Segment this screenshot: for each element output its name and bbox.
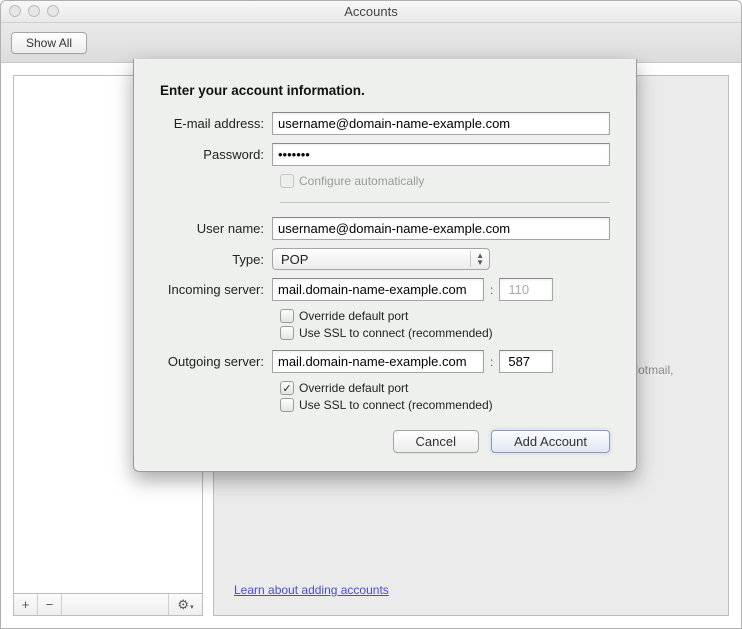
type-select[interactable]: POP ▲▼ [272, 248, 490, 270]
remove-account-button[interactable]: − [38, 594, 62, 615]
traffic-lights [9, 5, 59, 17]
type-label: Type: [160, 252, 272, 267]
sidebar-footer: + − ⚙▾ [13, 594, 203, 616]
incoming-port-field [499, 278, 553, 301]
sheet-heading: Enter your account information. [160, 83, 610, 98]
gear-icon: ⚙▾ [177, 597, 193, 613]
configure-auto-row: Configure automatically [280, 174, 610, 188]
toolbar: Show All [1, 23, 741, 63]
username-label: User name: [160, 221, 272, 236]
learn-link[interactable]: Learn about adding accounts [234, 582, 389, 599]
cancel-button[interactable]: Cancel [393, 430, 479, 453]
close-icon[interactable] [9, 5, 21, 17]
show-all-button[interactable]: Show All [11, 32, 87, 54]
add-account-button[interactable]: Add Account [491, 430, 610, 453]
outgoing-port-field[interactable] [499, 350, 553, 373]
incoming-override-checkbox[interactable] [280, 309, 294, 323]
configure-auto-checkbox [280, 174, 294, 188]
configure-auto-label: Configure automatically [299, 174, 424, 188]
outgoing-override-checkbox[interactable]: ✓ [280, 381, 294, 395]
chevron-updown-icon: ▲▼ [476, 252, 484, 266]
window-title: Accounts [344, 4, 397, 19]
outgoing-ssl-checkbox[interactable] [280, 398, 294, 412]
add-account-button[interactable]: + [14, 594, 38, 615]
password-field[interactable] [272, 143, 610, 166]
outgoing-server-field[interactable] [272, 350, 484, 373]
password-label: Password: [160, 147, 272, 162]
outgoing-override-row: ✓ Override default port [280, 381, 610, 395]
outgoing-label: Outgoing server: [160, 354, 272, 369]
incoming-label: Incoming server: [160, 282, 272, 297]
outgoing-ssl-row: Use SSL to connect (recommended) [280, 398, 610, 412]
incoming-override-row: Override default port [280, 309, 610, 323]
outgoing-ssl-label: Use SSL to connect (recommended) [299, 398, 493, 412]
incoming-override-label: Override default port [299, 309, 408, 323]
account-actions-button[interactable]: ⚙▾ [168, 594, 202, 615]
zoom-icon[interactable] [47, 5, 59, 17]
colon: : [490, 283, 493, 297]
type-value: POP [281, 252, 308, 267]
email-label: E-mail address: [160, 116, 272, 131]
incoming-server-field[interactable] [272, 278, 484, 301]
minus-icon: − [46, 597, 54, 612]
add-account-sheet: Enter your account information. E-mail a… [133, 59, 637, 472]
sheet-buttons: Cancel Add Account [160, 430, 610, 453]
incoming-ssl-label: Use SSL to connect (recommended) [299, 326, 493, 340]
incoming-ssl-checkbox[interactable] [280, 326, 294, 340]
minimize-icon[interactable] [28, 5, 40, 17]
accounts-window: Accounts Show All + − ⚙▾ To get started,… [0, 0, 742, 629]
titlebar: Accounts [1, 1, 741, 23]
outgoing-override-label: Override default port [299, 381, 408, 395]
username-field[interactable] [272, 217, 610, 240]
plus-icon: + [22, 597, 30, 612]
colon: : [490, 355, 493, 369]
email-field[interactable] [272, 112, 610, 135]
incoming-ssl-row: Use SSL to connect (recommended) [280, 326, 610, 340]
divider [280, 202, 610, 203]
